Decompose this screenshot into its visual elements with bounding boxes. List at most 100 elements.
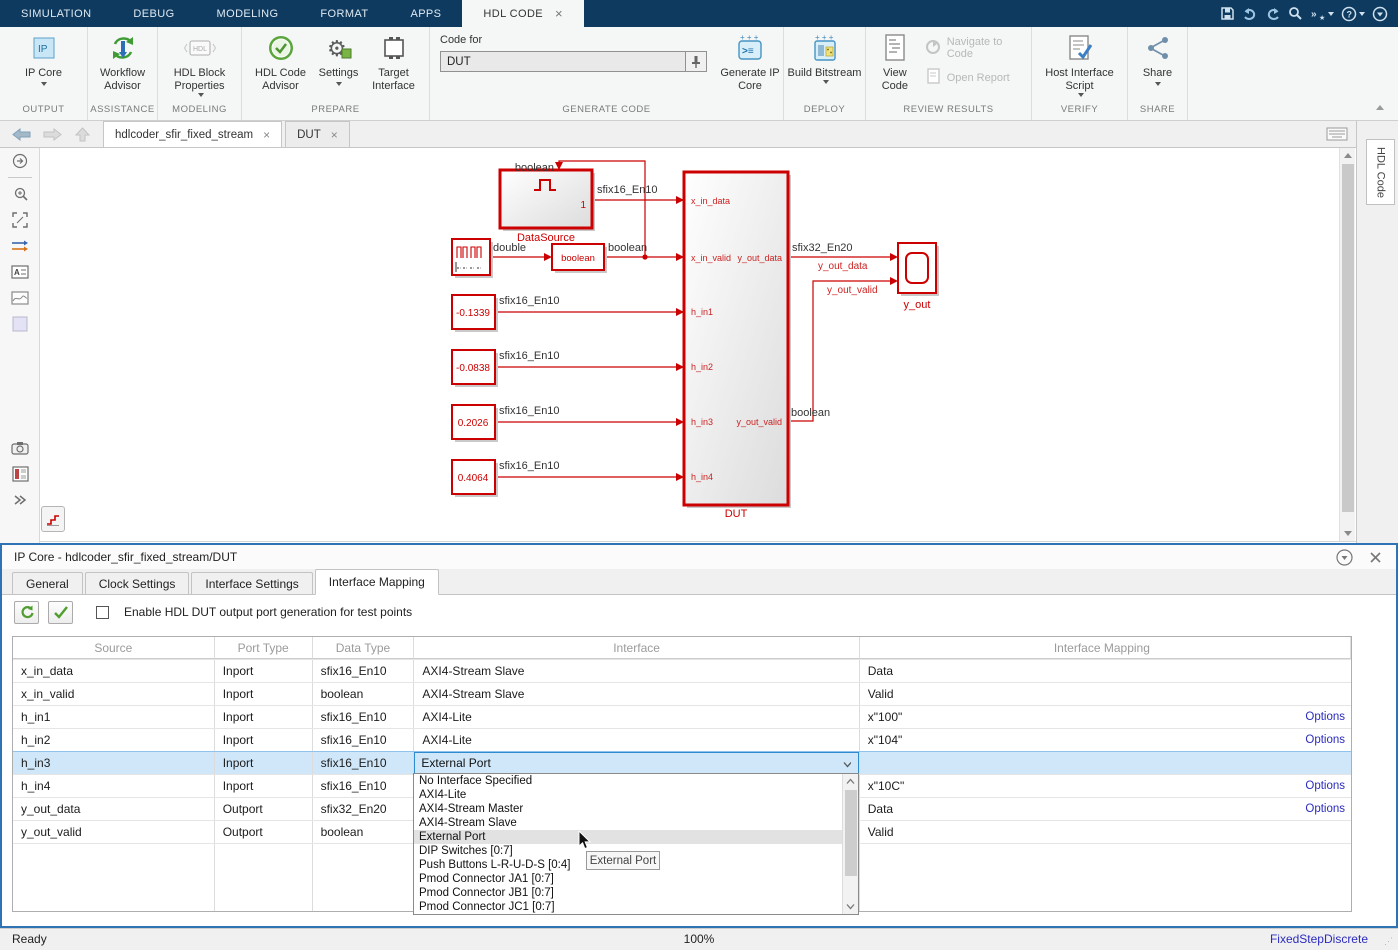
table-row[interactable]: x_in_valid Inport boolean AXI4-Stream Sl… [13,682,1351,705]
header-data-type[interactable]: Data Type [313,637,415,659]
cell-interface[interactable]: AXI4-Stream Slave [414,660,859,682]
header-interface-mapping[interactable]: Interface Mapping [860,637,1351,659]
canvas-vscrollbar[interactable] [1339,148,1355,541]
workflow-advisor-button[interactable]: Workflow Advisor [91,30,155,93]
table-row[interactable]: x_in_data Inport sfix16_En10 AXI4-Stream… [13,659,1351,682]
dropdown-item-pmod-jc1[interactable]: Pmod Connector JC1 [0:7] [414,900,842,914]
datasource-block[interactable]: 1 DataSource [500,170,595,244]
dropdown-item-axi4-stream-slave[interactable]: AXI4-Stream Slave [414,816,842,830]
header-source[interactable]: Source [13,637,215,659]
settings-button[interactable]: ⚙ Settings [314,30,364,86]
dropdown-scroll-thumb[interactable] [845,790,857,876]
solver-name[interactable]: FixedStepDiscrete [1270,932,1368,946]
hdl-block-properties-button[interactable]: HDL HDL Block Properties [161,30,239,97]
host-interface-script-button[interactable]: Host Interface Script [1035,30,1125,97]
y-out-block[interactable]: y_out [898,243,939,311]
tab-apps[interactable]: APPS [389,0,462,27]
constant-block-3[interactable]: 0.2026 [452,405,498,442]
tab-simulation[interactable]: SIMULATION [0,0,112,27]
undo-icon[interactable] [1242,6,1258,21]
view-code-button[interactable]: View Code [874,30,916,93]
annotation-icon[interactable]: A [0,259,40,285]
model-tab-hdlcoder-sfir-fixed-stream[interactable]: hdlcoder_sfir_fixed_stream × [103,121,282,147]
build-bitstream-button[interactable]: + + + Build Bitstream [788,30,862,84]
panel-close-icon[interactable] [1369,551,1382,564]
model-tab-close-icon[interactable]: × [263,128,270,142]
image-icon[interactable] [0,285,40,311]
search-icon[interactable] [1288,6,1303,21]
redo-icon[interactable] [1265,6,1281,21]
cell-interface[interactable]: AXI4-Lite [414,706,859,728]
validate-button[interactable] [48,601,73,624]
refresh-button[interactable] [14,601,39,624]
expand-palette-icon[interactable] [0,487,40,513]
signal-builder-block[interactable] [452,239,493,278]
subsystem-board-icon[interactable] [0,461,40,487]
tab-debug[interactable]: DEBUG [112,0,195,27]
tab-close-icon[interactable]: × [555,6,563,21]
cell-interface[interactable]: AXI4-Lite [414,729,859,751]
dropdown-item-pmod-ja1[interactable]: Pmod Connector JA1 [0:7] [414,872,842,886]
keyboard-icon[interactable] [1326,127,1348,146]
dropdown-item-no-interface[interactable]: No Interface Specified [414,774,842,788]
scroll-thumb[interactable] [1342,164,1354,512]
back-arrow-icon[interactable] [12,127,31,142]
dropdown-item-pmod-jb1[interactable]: Pmod Connector JB1 [0:7] [414,886,842,900]
target-interface-button[interactable]: Target Interface [364,30,424,93]
options-link[interactable]: Options [1305,711,1345,723]
panel-tab-interface-mapping[interactable]: Interface Mapping [315,569,439,595]
collapse-ribbon-icon[interactable] [1374,102,1386,112]
help-icon[interactable]: ? [1341,6,1365,22]
table-row[interactable]: h_in1 Inport sfix16_En10 AXI4-Lite x"100… [13,705,1351,728]
options-link[interactable]: Options [1305,803,1345,815]
generate-ip-core-button[interactable]: + + +>≡ Generate IP Core [717,30,783,93]
header-interface[interactable]: Interface [414,637,859,659]
dropdown-scroll-down-icon[interactable] [846,903,855,910]
panel-tab-interface-settings[interactable]: Interface Settings [191,572,312,594]
constant-block-4[interactable]: 0.4064 [452,460,498,497]
area-box-icon[interactable] [0,311,40,337]
tab-modeling[interactable]: MODELING [196,0,300,27]
header-port-type[interactable]: Port Type [215,637,313,659]
test-points-checkbox[interactable] [96,606,109,619]
model-tab-dut[interactable]: DUT × [285,121,350,147]
model-canvas[interactable]: 1 DataSource boolean -0.1339 [40,148,1338,541]
tab-format[interactable]: FORMAT [299,0,389,27]
scroll-up-arrow[interactable] [1344,153,1352,158]
hdl-code-side-tab[interactable]: HDL Code [1366,139,1395,205]
dropdown-scroll-up-icon[interactable] [846,778,855,785]
dropdown-item-external-port[interactable]: External Port [414,830,842,844]
interface-combobox[interactable]: External Port [414,752,858,774]
panel-dock-icon[interactable] [1336,549,1353,566]
fit-to-view-icon[interactable] [0,207,40,233]
minimize-ribbon-icon[interactable] [1372,6,1388,22]
zoom-tool-icon[interactable] [0,181,40,207]
panel-tab-clock-settings[interactable]: Clock Settings [85,572,190,594]
resize-grip[interactable]: ⋰ [1384,936,1394,947]
dut-block[interactable]: x_in_data x_in_valid h_in1 h_in2 h_in3 h… [684,172,791,520]
convert-block[interactable]: boolean [552,244,607,273]
save-icon[interactable] [1220,6,1235,21]
dropdown-item-axi4-lite[interactable]: AXI4-Lite [414,788,842,802]
hdl-code-advisor-button[interactable]: HDL Code Advisor [248,30,314,93]
options-link[interactable]: Options [1305,734,1345,746]
panel-tab-general[interactable]: General [12,572,83,594]
ip-core-button[interactable]: IP IP Core [4,30,84,86]
dropdown-item-axi4-stream-master[interactable]: AXI4-Stream Master [414,802,842,816]
signal-lines-icon[interactable] [0,233,40,259]
cell-interface[interactable]: AXI4-Stream Slave [414,683,859,705]
dut-tab-close-icon[interactable]: × [331,128,338,142]
constant-block-2[interactable]: -0.0838 [452,350,498,387]
screenshot-icon[interactable] [0,435,40,461]
scroll-down-arrow[interactable] [1344,531,1352,536]
more-actions-icon[interactable]: »★ [1310,6,1334,21]
constant-block-1[interactable]: -0.1339 [452,295,498,332]
sample-time-legend-button[interactable] [41,506,65,532]
tab-hdl-code[interactable]: HDL CODE × [462,0,584,27]
table-row[interactable]: h_in2 Inport sfix16_En10 AXI4-Lite x"104… [13,728,1351,751]
hide-browser-icon[interactable] [0,148,40,174]
options-link[interactable]: Options [1305,780,1345,792]
table-row-selected[interactable]: h_in3 Inport sfix16_En10 External Port [13,751,1351,774]
dropdown-scrollbar[interactable] [842,774,858,914]
share-button[interactable]: Share [1132,30,1184,86]
